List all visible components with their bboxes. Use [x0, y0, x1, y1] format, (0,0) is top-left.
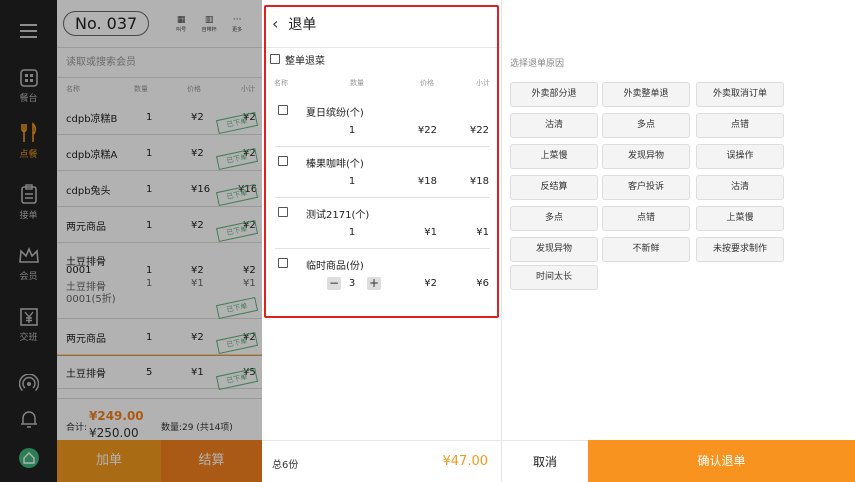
reason-button[interactable]: 外卖整单退: [602, 82, 690, 107]
refund-item[interactable]: 临时商品(份) − 3 + ¥2 ¥6: [275, 249, 490, 300]
item-checkbox[interactable]: [278, 156, 288, 166]
reason-button[interactable]: 多点: [602, 113, 690, 138]
refund-item-subtotal: ¥1: [476, 227, 489, 238]
refund-item-qty[interactable]: 3: [345, 278, 359, 289]
reason-button[interactable]: 客户投诉: [602, 175, 690, 200]
back-icon[interactable]: ‹: [272, 14, 278, 33]
increment-button[interactable]: +: [367, 277, 381, 290]
cancel-button[interactable]: 取消: [502, 440, 588, 482]
refund-item-name: 临时商品(份): [306, 261, 364, 272]
refund-item-price: ¥22: [417, 125, 437, 136]
reason-button[interactable]: 外卖取消订单: [696, 82, 784, 107]
item-checkbox[interactable]: [278, 258, 288, 268]
reason-button[interactable]: 时间太长: [510, 265, 598, 290]
refund-title: 退单: [288, 16, 317, 33]
refund-column-header: 名称 数量 价格 小计: [262, 70, 501, 92]
reason-button[interactable]: 点错: [602, 206, 690, 231]
col-subtotal: 小计: [476, 79, 490, 87]
reason-button[interactable]: 未按要求制作: [696, 237, 784, 262]
reason-button[interactable]: 沽清: [696, 175, 784, 200]
refund-item-subtotal: ¥6: [476, 278, 489, 289]
refund-item-name: 夏日缤纷(个): [306, 108, 364, 119]
col-qty: 数量: [350, 79, 364, 87]
reason-button[interactable]: 沽清: [510, 113, 598, 138]
reason-button[interactable]: 外卖部分退: [510, 82, 598, 107]
reason-button[interactable]: 反结算: [510, 175, 598, 200]
reason-button[interactable]: 多点: [510, 206, 598, 231]
reason-panel: 选择退单原因 外卖部分退 外卖整单退 外卖取消订单 沽清 多点 点错 上菜慢 发现异物 误操作反…: [502, 0, 855, 482]
refund-item-name: 测试2171(个): [306, 210, 370, 221]
reason-button[interactable]: 上菜慢: [510, 144, 598, 169]
refund-header: ‹ 退单: [262, 0, 501, 48]
reason-button[interactable]: 上菜慢: [696, 206, 784, 231]
refund-item-subtotal: ¥22: [469, 125, 489, 136]
refund-panel: ‹ 退单 整单退菜 名称 数量 价格 小计 夏日缤纷(个) 1 ¥22 ¥22 …: [262, 0, 502, 482]
reason-button[interactable]: 发现异物: [510, 237, 598, 262]
col-price: 价格: [420, 79, 434, 87]
refund-total-amount: ¥47.00: [442, 454, 489, 469]
refund-total-count: 总6份: [272, 460, 299, 471]
refund-item[interactable]: 测试2171(个) 1 ¥1 ¥1: [275, 198, 490, 249]
refund-item[interactable]: 榛果咖啡(个) 1 ¥18 ¥18: [275, 147, 490, 198]
refund-item-price: ¥18: [417, 176, 437, 187]
reason-button[interactable]: 发现异物: [602, 144, 690, 169]
refund-item-price: ¥1: [424, 227, 437, 238]
col-name: 名称: [274, 79, 288, 87]
decrement-button[interactable]: −: [327, 277, 341, 290]
refund-item-qty: 1: [348, 125, 356, 136]
reason-label: 选择退单原因: [510, 59, 565, 69]
reason-button[interactable]: 误操作: [696, 144, 784, 169]
refund-item-qty: 1: [348, 227, 356, 238]
whole-refund-checkbox[interactable]: [270, 54, 280, 64]
reason-button[interactable]: 点错: [696, 113, 784, 138]
item-checkbox[interactable]: [278, 105, 288, 115]
refund-item-subtotal: ¥18: [469, 176, 489, 187]
refund-item-name: 榛果咖啡(个): [306, 159, 364, 170]
refund-item-qty: 1: [348, 176, 356, 187]
refund-summary: 总6份 ¥47.00: [262, 440, 502, 482]
refund-item-price: ¥2: [424, 278, 437, 289]
refund-item[interactable]: 夏日缤纷(个) 1 ¥22 ¥22: [275, 96, 490, 147]
confirm-refund-button[interactable]: 确认退单: [588, 440, 855, 482]
modal-overlay: [0, 0, 262, 482]
whole-refund-option[interactable]: 整单退菜: [262, 48, 501, 70]
whole-refund-label: 整单退菜: [285, 55, 325, 67]
reason-button[interactable]: 不新鲜: [602, 237, 690, 262]
item-checkbox[interactable]: [278, 207, 288, 217]
